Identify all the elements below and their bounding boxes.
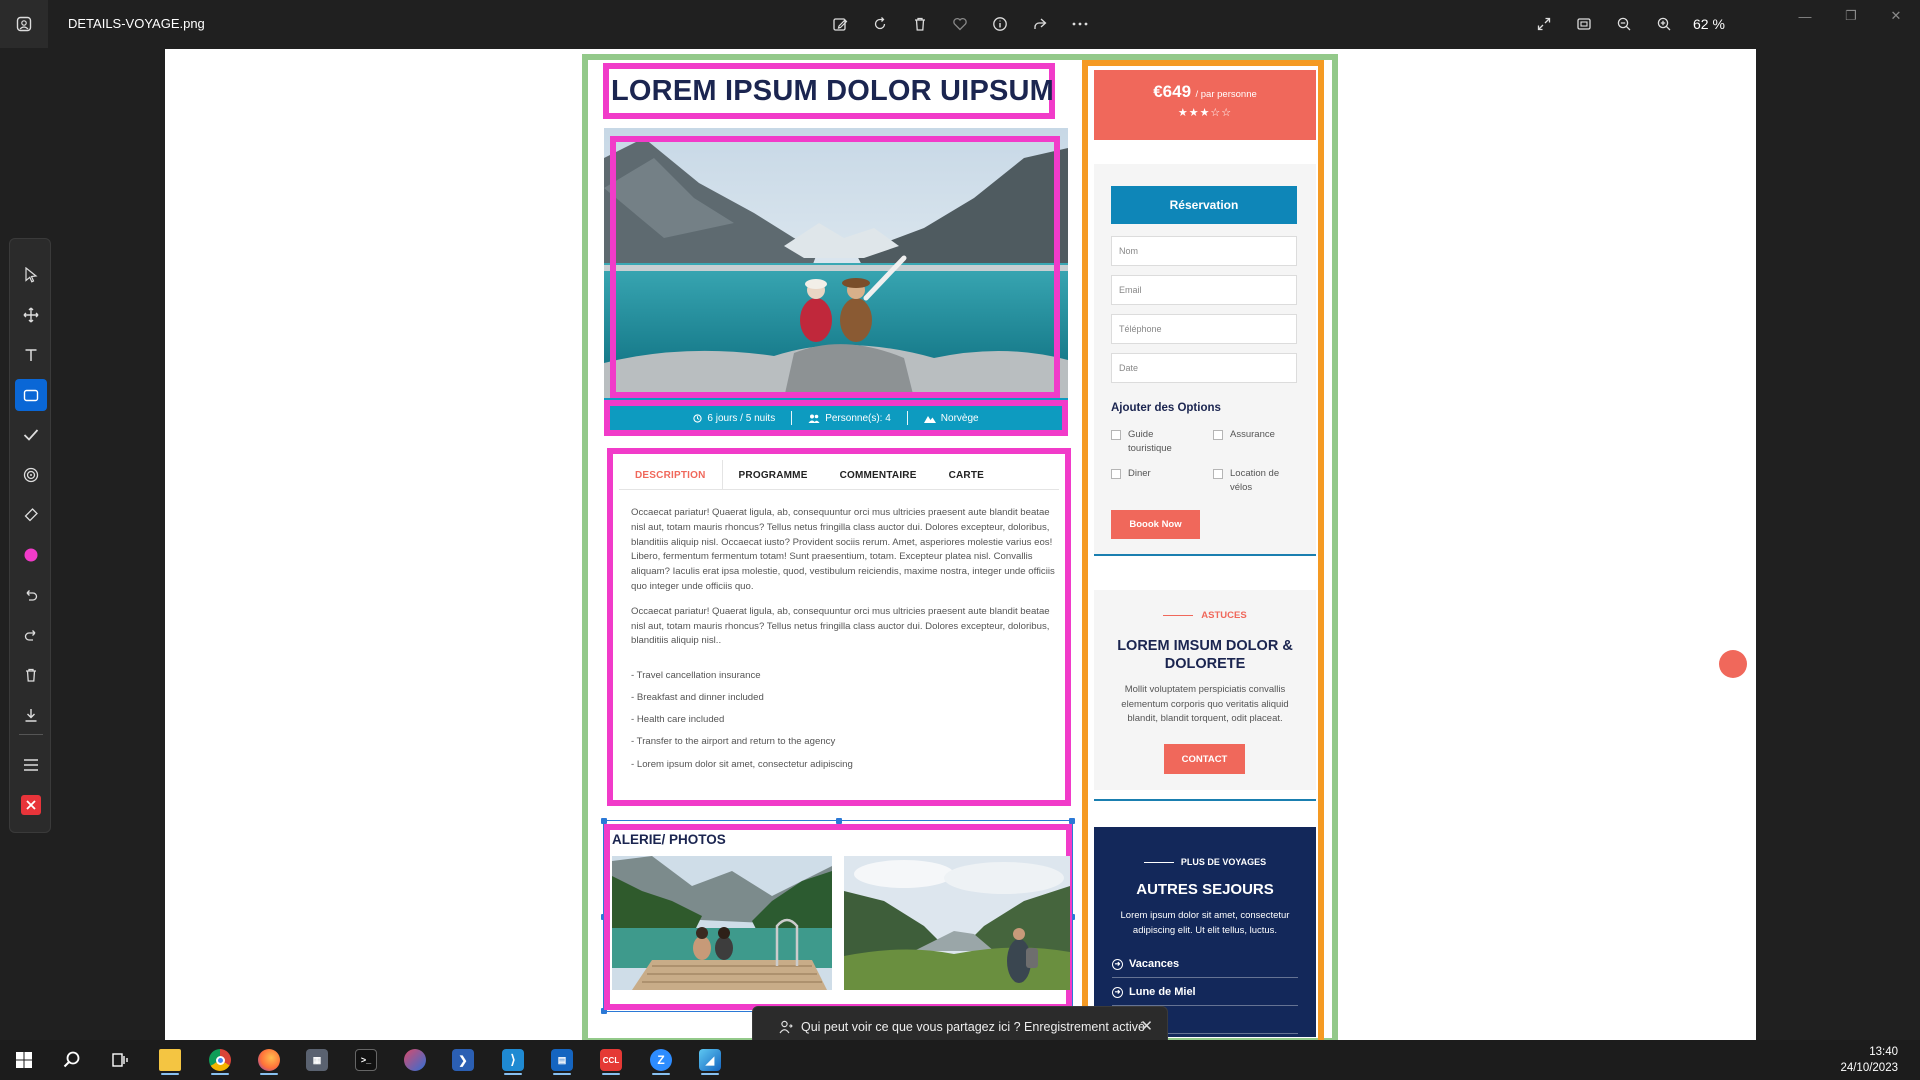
delete-icon[interactable] (908, 12, 932, 36)
title-bar: DETAILS-VOYAGE.png 62 % — ❐ ✕ (0, 0, 1920, 48)
running-indicator (504, 1073, 522, 1075)
file-explorer-icon[interactable] (153, 1044, 187, 1076)
running-indicator (701, 1073, 719, 1075)
running-indicator (211, 1073, 229, 1075)
color-picker-dot[interactable] (15, 539, 47, 571)
zoom-app-icon[interactable]: Z (644, 1044, 678, 1076)
search-icon[interactable] (55, 1044, 89, 1076)
taskbar: ▦ >_ ❯ ⟩ ▤ CCL Z ◢ 13:40 24/10/2023 (0, 1040, 1920, 1080)
move-tool-icon[interactable] (15, 299, 47, 331)
menu-icon[interactable] (15, 749, 47, 781)
rotate-icon[interactable] (868, 12, 892, 36)
chrome-icon[interactable] (203, 1044, 237, 1076)
edit-image-icon[interactable] (828, 12, 852, 36)
task-view-icon[interactable] (103, 1044, 137, 1076)
undo-icon[interactable] (15, 579, 47, 611)
share-notice-text: Qui peut voir ce que vous partagez ici ?… (801, 1020, 1145, 1034)
text-tool-icon[interactable] (15, 339, 47, 371)
design-page: LOREM IPSUM DOLOR UIPSUM 6 jours / 5 nui… (582, 54, 1338, 1040)
red-app-icon[interactable]: CCL (594, 1044, 628, 1076)
download-icon[interactable] (15, 699, 47, 731)
info-icon[interactable] (988, 12, 1012, 36)
vscode-icon[interactable]: ⟩ (496, 1044, 530, 1076)
close-markup-icon[interactable] (15, 789, 47, 821)
fit-to-window-icon[interactable] (1572, 12, 1596, 36)
floating-action-dot[interactable] (1719, 650, 1747, 678)
zoom-out-icon[interactable] (1612, 12, 1636, 36)
orange-outline-box[interactable] (1082, 60, 1324, 1040)
toolbar-divider (19, 734, 43, 735)
running-indicator (602, 1073, 620, 1075)
close-notice-icon[interactable]: ✕ (1140, 1017, 1153, 1035)
running-indicator (652, 1073, 670, 1075)
clock-date: 24/10/2023 (1840, 1062, 1898, 1074)
clock-time: 13:40 (1869, 1046, 1898, 1058)
store-app-icon[interactable]: ▤ (545, 1044, 579, 1076)
minimize-button[interactable]: — (1785, 6, 1825, 26)
calculator-icon[interactable]: ▦ (300, 1044, 334, 1076)
eraser-tool-icon[interactable] (15, 499, 47, 531)
redo-icon[interactable] (15, 619, 47, 651)
share-icon[interactable] (1028, 12, 1052, 36)
select-pointer-tool[interactable] (15, 259, 47, 291)
blur-tool-icon[interactable] (15, 459, 47, 491)
trash-icon[interactable] (15, 659, 47, 691)
cloud-app-icon[interactable] (398, 1044, 432, 1076)
close-button[interactable]: ✕ (1876, 6, 1916, 26)
system-clock[interactable]: 13:40 24/10/2023 (1840, 1044, 1898, 1076)
running-indicator (553, 1073, 571, 1075)
file-name: DETAILS-VOYAGE.png (68, 16, 205, 31)
person-share-icon (779, 1020, 793, 1034)
windows-start-icon[interactable] (7, 1044, 41, 1076)
running-indicator (260, 1073, 278, 1075)
markup-toolbar (9, 238, 51, 833)
powershell-icon[interactable]: ❯ (446, 1044, 480, 1076)
favorite-heart-icon[interactable] (948, 12, 972, 36)
image-canvas[interactable]: LOREM IPSUM DOLOR UIPSUM 6 jours / 5 nui… (165, 49, 1756, 1040)
running-indicator (161, 1073, 179, 1075)
fullscreen-icon[interactable] (1532, 12, 1556, 36)
more-options-icon[interactable] (1068, 12, 1092, 36)
checkmark-tool-icon[interactable] (15, 419, 47, 451)
zoom-in-icon[interactable] (1652, 12, 1676, 36)
zoom-level[interactable]: 62 % (1693, 16, 1725, 32)
terminal-icon[interactable]: >_ (349, 1044, 383, 1076)
maximize-button[interactable]: ❐ (1831, 6, 1871, 26)
photos-app-icon (0, 0, 48, 48)
photos-app-taskbar-icon[interactable]: ◢ (693, 1044, 727, 1076)
firefox-icon[interactable] (252, 1044, 286, 1076)
rectangle-tool-icon[interactable] (15, 379, 47, 411)
